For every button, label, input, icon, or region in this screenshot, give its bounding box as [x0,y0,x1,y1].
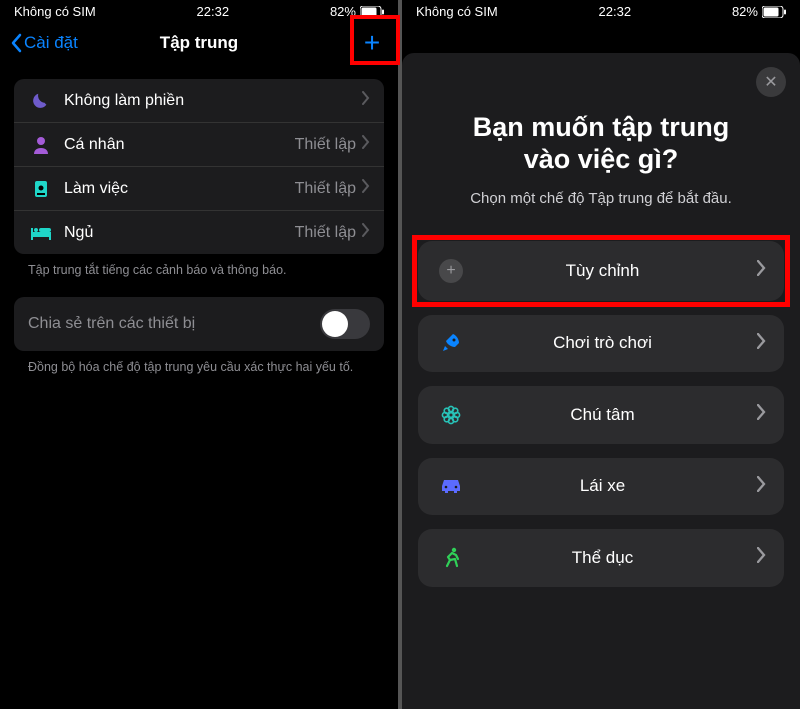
chevron-right-icon [757,404,766,425]
runner-icon [436,547,466,569]
new-focus-modal-screen: Không có SIM 22:32 82% ✕ Bạn muốn tập tr… [402,0,800,709]
option-fitness[interactable]: Thể dục [418,529,784,587]
status-battery-text: 82% [732,4,758,19]
bed-icon [28,226,54,240]
back-button[interactable]: Cài đặt [10,33,78,53]
status-time: 22:32 [197,4,230,19]
share-across-devices-row[interactable]: Chia sẻ trên các thiết bị [14,297,384,351]
chevron-left-icon [10,33,22,53]
option-mindfulness[interactable]: Chú tâm [418,386,784,444]
moon-icon [28,92,54,110]
chevron-right-icon [757,476,766,497]
modes-footer-text: Tập trung tắt tiếng các cảnh báo và thôn… [14,254,384,297]
mode-label: Làm việc [54,180,295,198]
option-driving[interactable]: Lái xe [418,458,784,515]
option-gaming[interactable]: Chơi trò chơi [418,315,784,372]
option-label: Chú tâm [466,405,757,425]
mode-label: Không làm phiền [54,92,356,110]
back-label: Cài đặt [24,33,78,53]
mode-detail: Thiết lập [295,136,362,154]
page-title: Tập trung [160,33,238,53]
status-bar: Không có SIM 22:32 82% [402,0,800,21]
mode-work[interactable]: Làm việc Thiết lập [14,167,384,211]
rocket-icon [436,333,466,353]
chevron-right-icon [362,223,370,242]
status-carrier: Không có SIM [416,4,498,19]
option-label: Lái xe [466,476,757,496]
chevron-right-icon [362,179,370,198]
chevron-right-icon [362,91,370,110]
share-footer-text: Đồng bộ hóa chế độ tập trung yêu cầu xác… [14,351,384,394]
nav-bar: Cài đặt Tập trung + [0,21,398,67]
flower-icon [436,404,466,426]
status-bar: Không có SIM 22:32 82% [0,0,398,21]
plus-circle-icon: + [436,259,466,283]
toggle-knob [322,311,348,337]
focus-options-list: + Tùy chỉnh Chơi trò chơi [418,241,784,587]
mode-detail: Thiết lập [295,224,362,242]
share-toggle[interactable] [320,309,370,339]
option-label: Thể dục [466,548,757,568]
close-icon: ✕ [764,72,777,92]
mode-detail: Thiết lập [295,180,362,198]
focus-modes-list: Không làm phiền Cá nhân Thiết lập [14,79,384,254]
sheet-subtitle: Chọn một chế độ Tập trung để bắt đầu. [418,190,784,207]
status-carrier: Không có SIM [14,4,96,19]
settings-focus-screen: Không có SIM 22:32 82% Cài đặt Tập trung… [0,0,398,709]
person-icon [28,136,54,154]
option-label: Tùy chỉnh [466,261,757,281]
chevron-right-icon [757,260,766,281]
heading-line1: Bạn muốn tập trung [473,112,729,142]
focus-picker-sheet: ✕ Bạn muốn tập trung vào việc gì? Chọn m… [402,53,800,709]
chevron-right-icon [757,547,766,568]
mode-label: Cá nhân [54,136,295,154]
mode-label: Ngủ [54,224,295,242]
mode-sleep[interactable]: Ngủ Thiết lập [14,211,384,254]
share-label: Chia sẻ trên các thiết bị [28,315,320,333]
add-focus-button[interactable]: + [356,29,388,57]
mode-personal[interactable]: Cá nhân Thiết lập [14,123,384,167]
heading-line2: vào việc gì? [524,144,679,174]
badge-icon [28,180,54,198]
chevron-right-icon [362,135,370,154]
plus-icon: + [364,27,380,58]
option-custom[interactable]: + Tùy chỉnh [418,241,784,301]
close-button[interactable]: ✕ [756,67,786,97]
status-battery-text: 82% [330,4,356,19]
battery-icon [360,6,384,18]
option-label: Chơi trò chơi [466,333,757,353]
sheet-heading: Bạn muốn tập trung vào việc gì? [418,111,784,176]
car-icon [436,478,466,494]
chevron-right-icon [757,333,766,354]
status-time: 22:32 [599,4,632,19]
mode-dnd[interactable]: Không làm phiền [14,79,384,123]
battery-icon [762,6,786,18]
